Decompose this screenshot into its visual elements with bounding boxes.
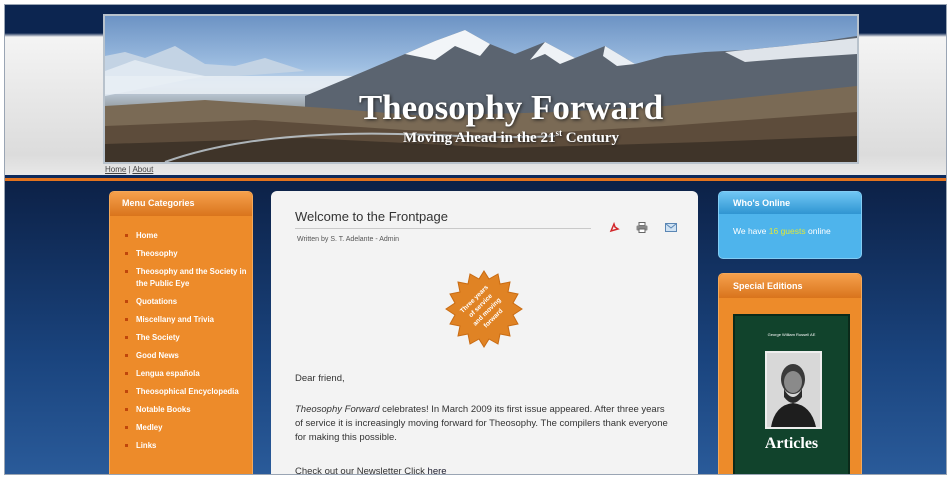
whos-online-heading: Who's Online [719, 192, 861, 214]
guest-count: 16 guests [768, 226, 806, 236]
special-editions-heading: Special Editions [719, 274, 861, 298]
site-title: Theosophy Forward [358, 88, 664, 127]
bullet-icon [125, 234, 128, 237]
bullet-icon [125, 408, 128, 411]
article-panel: Welcome to the Frontpage Written by S. T… [271, 191, 698, 475]
nav-separator: | [128, 165, 131, 174]
title-underline [295, 228, 591, 229]
bullet-icon [125, 444, 128, 447]
anniversary-badge: Three years of service and moving forwar… [444, 269, 524, 354]
article-title[interactable]: Welcome to the Frontpage [295, 209, 448, 224]
email-icon[interactable] [664, 220, 677, 238]
menu-item-links[interactable]: Links [122, 440, 252, 452]
menu-item-miscellany[interactable]: Miscellany and Trivia [122, 314, 252, 326]
bullet-icon [125, 426, 128, 429]
nav-about-link[interactable]: About [132, 165, 153, 174]
newsletter-link[interactable]: here [428, 466, 447, 474]
bullet-icon [125, 390, 128, 393]
bullet-icon [125, 252, 128, 255]
menu-item-public-eye[interactable]: Theosophy and the Society in the Public … [122, 266, 252, 290]
menu-categories-heading: Menu Categories [110, 192, 252, 216]
greeting-text: Dear friend, [295, 373, 345, 384]
whos-online-panel: Who's Online We have 16 guests online [718, 191, 862, 259]
bullet-icon [125, 354, 128, 357]
menu-item-the-society[interactable]: The Society [122, 332, 252, 344]
menu-item-lengua[interactable]: Lengua española [122, 368, 252, 380]
site-banner[interactable]: Theosophy Forward Moving Ahead in the 21… [103, 14, 859, 164]
menu-list: Home Theosophy Theosophy and the Society… [110, 216, 252, 452]
bullet-icon [125, 318, 128, 321]
menu-item-encyclopedia[interactable]: Theosophical Encyclopedia [122, 386, 252, 398]
book-author: George William Russell AE [767, 332, 816, 337]
book-cover[interactable]: George William Russell AE Articles [733, 314, 850, 474]
top-navigation: Home | About [105, 165, 153, 174]
bullet-icon [125, 270, 128, 273]
whos-online-text: We have 16 guests online [733, 226, 831, 236]
menu-item-quotations[interactable]: Quotations [122, 296, 252, 308]
pdf-icon[interactable] [609, 220, 620, 238]
book-title: Articles [764, 435, 819, 452]
intro-paragraph: Theosophy Forward celebrates! In March 2… [295, 404, 668, 443]
menu-item-medley[interactable]: Medley [122, 422, 252, 434]
special-editions-panel: Special Editions George William Russell … [718, 273, 862, 474]
author-portrait [765, 351, 822, 429]
article-byline: Written by S. T. Adelante - Admin [297, 236, 400, 243]
menu-item-home[interactable]: Home [122, 230, 252, 242]
print-icon[interactable] [636, 220, 648, 238]
bullet-icon [125, 372, 128, 375]
menu-categories-panel: Menu Categories Home Theosophy Theosophy… [109, 191, 253, 474]
site-subtitle: Moving Ahead in the 21st Century [402, 128, 620, 146]
publication-name: Theosophy Forward [295, 404, 380, 415]
menu-item-notable-books[interactable]: Notable Books [122, 404, 252, 416]
article-actions [609, 220, 689, 238]
menu-item-theosophy[interactable]: Theosophy [122, 248, 252, 260]
newsletter-paragraph: Check out our Newsletter Click here [295, 466, 447, 475]
bullet-icon [125, 300, 128, 303]
bullet-icon [125, 336, 128, 339]
menu-item-good-news[interactable]: Good News [122, 350, 252, 362]
nav-home-link[interactable]: Home [105, 165, 126, 174]
browser-viewport: Theosophy Forward Moving Ahead in the 21… [4, 4, 947, 475]
